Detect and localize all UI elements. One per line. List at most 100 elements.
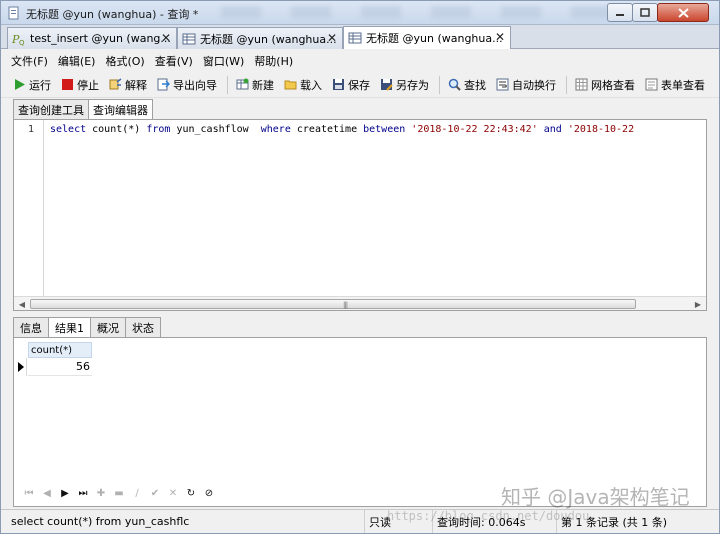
export-wizard-label: 导出向导	[173, 78, 217, 92]
tab-status[interactable]: 状态	[125, 317, 161, 337]
watermark-url: https://blog.csdn.net/doudou	[387, 509, 590, 523]
table-grid-icon	[182, 33, 196, 44]
document-tab-bar: P Q test_insert @yun (wang... ✕ 无标题 @yun…	[1, 25, 719, 49]
scroll-left-arrow-icon[interactable]: ◀	[15, 298, 29, 310]
last-record-icon[interactable]: ⏭	[74, 485, 92, 501]
sql-string-end-date: '2018-10-22	[567, 124, 635, 135]
next-record-icon[interactable]: ▶	[56, 485, 74, 501]
sql-keyword-where: where	[260, 124, 291, 135]
record-navigation-bar: ⏮ ◀ ▶ ⏭ ✚ ▬ ∕ ✔ ✕ ↻ ⊘	[20, 484, 218, 502]
grip-icon: |||	[343, 301, 348, 309]
tab-query-editor[interactable]: 查询编辑器	[88, 99, 153, 120]
tab-result-1[interactable]: 结果1	[48, 317, 91, 338]
sql-editor[interactable]: 1 select count(*) from yun_cashflow wher…	[13, 119, 707, 311]
title-bar-blur	[191, 6, 611, 18]
doc-tab-label: 无标题 @yun (wanghua...	[366, 32, 503, 45]
toolbar-separator	[439, 75, 440, 94]
grid-view-label: 网格查看	[591, 78, 635, 92]
doc-tab-untitled-active[interactable]: 无标题 @yun (wanghua... ✕	[343, 26, 511, 49]
tab-query-builder[interactable]: 查询创建工具	[13, 99, 89, 119]
save-as-label: 另存为	[396, 78, 429, 92]
tab-profile[interactable]: 概况	[90, 317, 126, 337]
status-sql-text: select count(*) from yun_cashflc	[7, 510, 365, 533]
delete-record-icon[interactable]: ▬	[110, 485, 128, 501]
sql-keyword-select: select	[50, 124, 87, 135]
menu-view[interactable]: 查看(V)	[155, 53, 193, 69]
sql-string-start-date: '2018-10-22 22:43:42'	[411, 124, 538, 135]
stop-button[interactable]: 停止	[61, 77, 99, 93]
load-button[interactable]: 载入	[284, 77, 322, 93]
explain-label: 解释	[125, 78, 147, 92]
save-button[interactable]: 保存	[332, 77, 370, 93]
line-number-gutter: 1	[14, 120, 44, 296]
stop-refresh-icon[interactable]: ⊘	[200, 485, 218, 501]
toolbar-separator	[566, 75, 567, 94]
folder-open-icon	[284, 80, 297, 90]
menu-edit[interactable]: 编辑(E)	[58, 53, 96, 69]
close-window-button[interactable]	[657, 3, 709, 22]
minimize-button[interactable]	[607, 3, 633, 22]
navicat-window: 无标题 @yun (wanghua) - 查询 * P Q test_inser…	[0, 0, 720, 534]
explain-button[interactable]: 解释	[109, 77, 147, 93]
word-wrap-icon	[496, 78, 509, 91]
toolbar-separator	[227, 75, 228, 94]
maximize-icon	[640, 8, 650, 17]
minimize-icon	[616, 13, 624, 16]
edit-record-icon[interactable]: ∕	[128, 485, 146, 501]
stop-icon	[62, 79, 73, 90]
new-button[interactable]: 新建	[236, 77, 274, 93]
apply-changes-icon[interactable]: ✔	[146, 485, 164, 501]
maximize-button[interactable]	[632, 3, 658, 22]
row-indicator-divider	[26, 358, 27, 376]
tab-info[interactable]: 信息	[13, 317, 49, 337]
menu-file[interactable]: 文件(F)	[11, 53, 48, 69]
stop-label: 停止	[77, 78, 99, 92]
doc-tab-untitled-1[interactable]: 无标题 @yun (wanghua... ✕	[177, 27, 343, 49]
scroll-right-arrow-icon[interactable]: ▶	[691, 298, 705, 310]
refresh-icon[interactable]: ↻	[182, 485, 200, 501]
explain-icon	[109, 78, 122, 90]
query-p-icon: P Q	[12, 33, 25, 46]
run-button[interactable]: 运行	[13, 77, 51, 93]
editor-horizontal-scrollbar[interactable]: ◀ ||| ▶	[14, 296, 706, 310]
word-wrap-button[interactable]: 自动换行	[496, 77, 556, 93]
sql-table-name: yun_cashflow	[170, 124, 261, 135]
close-icon	[677, 7, 689, 18]
menu-window[interactable]: 窗口(W)	[203, 53, 244, 69]
load-label: 载入	[300, 78, 322, 92]
save-as-button[interactable]: 另存为	[380, 77, 429, 93]
menu-help[interactable]: 帮助(H)	[254, 53, 293, 69]
doc-tab-label: test_insert @yun (wang...	[30, 32, 171, 45]
run-label: 运行	[29, 78, 51, 92]
export-wizard-button[interactable]: 导出向导	[157, 77, 217, 93]
form-view-button[interactable]: 表单查看	[645, 77, 705, 93]
save-label: 保存	[348, 78, 370, 92]
prev-record-icon[interactable]: ◀	[38, 485, 56, 501]
grid-view-button[interactable]: 网格查看	[575, 77, 635, 93]
close-tab-icon[interactable]: ✕	[327, 31, 337, 45]
scrollbar-thumb[interactable]: |||	[30, 299, 636, 309]
add-record-icon[interactable]: ✚	[92, 485, 110, 501]
menu-format[interactable]: 格式(O)	[105, 53, 144, 69]
discard-changes-icon[interactable]: ✕	[164, 485, 182, 501]
toolbar: 运行 停止 解释 导出向导 新建 载入 保存 另存为 查找 自动换行 网格查看 …	[1, 72, 719, 98]
export-icon	[157, 78, 170, 91]
new-label: 新建	[252, 78, 274, 92]
column-header-count[interactable]: count(*)	[28, 342, 92, 358]
doc-tab-test-insert[interactable]: P Q test_insert @yun (wang... ✕	[7, 27, 177, 49]
magnifier-icon	[448, 78, 461, 91]
result-cell-count[interactable]: 56	[28, 358, 92, 376]
sql-keyword-from: from	[146, 124, 171, 135]
current-row-arrow-icon	[18, 362, 24, 372]
watermark-text: 知乎 @Java架构笔记	[501, 485, 690, 509]
close-tab-icon[interactable]: ✕	[161, 31, 171, 45]
find-label: 查找	[464, 78, 486, 92]
find-button[interactable]: 查找	[448, 77, 486, 93]
menu-bar: 文件(F) 编辑(E) 格式(O) 查看(V) 窗口(W) 帮助(H)	[1, 50, 719, 71]
sql-column: createtime	[290, 124, 364, 135]
first-record-icon[interactable]: ⏮	[20, 485, 38, 501]
sql-keyword-between: between	[363, 124, 406, 135]
floppy-save-as-icon	[381, 79, 393, 91]
form-view-label: 表单查看	[661, 78, 705, 92]
close-tab-icon[interactable]: ✕	[495, 30, 505, 44]
